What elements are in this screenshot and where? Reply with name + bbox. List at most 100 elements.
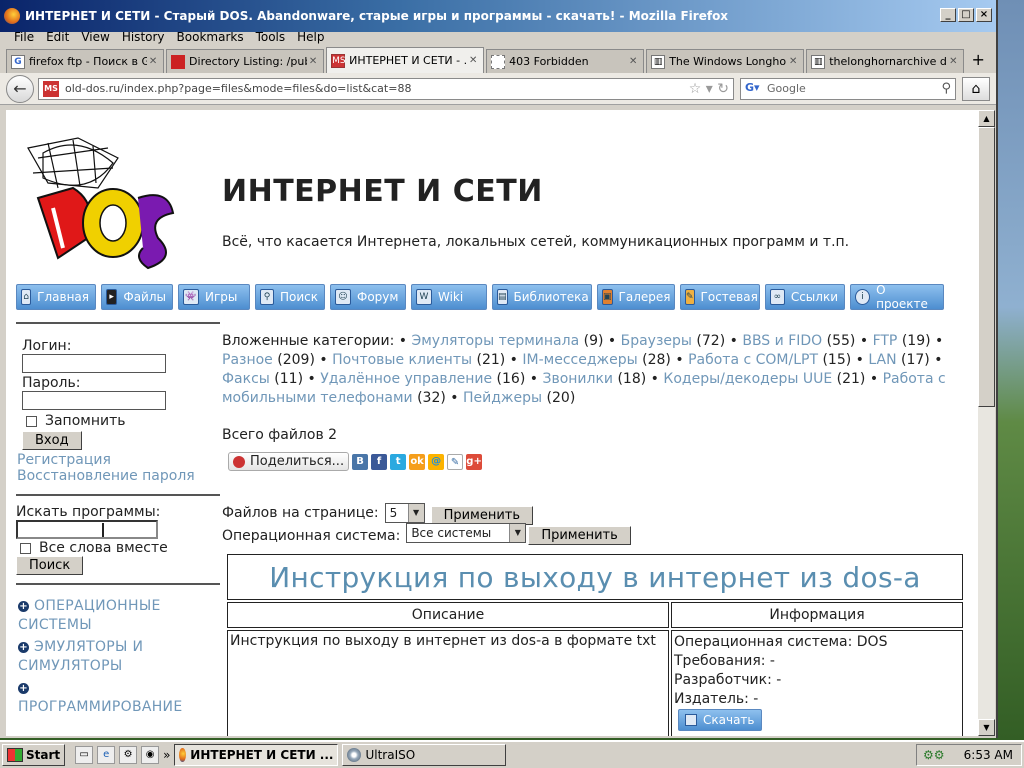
facebook-icon[interactable]: f bbox=[371, 453, 388, 470]
subcategory-link[interactable]: Звонилки bbox=[542, 371, 613, 387]
scroll-up-arrow[interactable]: ▲ bbox=[978, 110, 995, 127]
category-label[interactable]: ЭМУЛЯТОРЫ И СИМУЛЯТОРЫ bbox=[18, 639, 143, 674]
tab-windows-longhorn[interactable]: ▥ The Windows Longhor... ✕ bbox=[646, 49, 805, 73]
download-button[interactable]: Скачать bbox=[678, 709, 762, 731]
category-label[interactable]: ОПЕРАЦИОННЫЕ СИСТЕМЫ bbox=[18, 598, 161, 633]
register-link[interactable]: Регистрация bbox=[16, 452, 220, 468]
tab-longhornarchive[interactable]: ▥thelonghornarchive dir...✕ bbox=[806, 49, 965, 73]
start-button[interactable]: Start bbox=[2, 744, 66, 766]
expand-plus-icon[interactable]: + bbox=[18, 682, 29, 694]
ie-icon[interactable]: e bbox=[97, 746, 116, 764]
subcategory-link[interactable]: Эмуляторы терминала bbox=[411, 333, 579, 349]
menu-file[interactable]: File bbox=[8, 30, 40, 44]
chevron-down-icon[interactable]: ▼ bbox=[509, 523, 526, 542]
nav-about[interactable]: i О проекте bbox=[850, 283, 944, 311]
tab-internet-i-seti[interactable]: MS ИНТЕРНЕТ И СЕТИ - ... ✕ bbox=[326, 47, 485, 73]
show-desktop-icon[interactable]: ▭ bbox=[75, 746, 94, 764]
menu-bookmarks[interactable]: Bookmarks bbox=[171, 30, 250, 44]
menu-tools[interactable]: Tools bbox=[250, 30, 292, 44]
nav-gallery[interactable]: ▣ Галерея bbox=[597, 284, 675, 310]
url-bar[interactable]: MS old-dos.ru/index.php?page=files&mode=… bbox=[38, 77, 734, 100]
nav-search[interactable]: ⚲ Поиск bbox=[255, 284, 325, 310]
file-title[interactable]: Инструкция по выходу в интернет из dos-а bbox=[227, 554, 963, 600]
scroll-thumb[interactable] bbox=[978, 127, 995, 407]
close-tab-icon[interactable]: ✕ bbox=[627, 56, 639, 67]
mailru-icon[interactable]: @ bbox=[428, 453, 445, 470]
network-icon[interactable]: ⚙ bbox=[119, 746, 138, 764]
subcategory-link[interactable]: Работа с COM/LPT bbox=[688, 352, 818, 368]
tab-403-forbidden[interactable]: 403 Forbidden ✕ bbox=[486, 49, 645, 73]
title-bar[interactable]: ИНТЕРНЕТ И СЕТИ - Старый DOS. Abandonwar… bbox=[0, 0, 996, 32]
nav-library[interactable]: ▤ Библиотека bbox=[492, 284, 592, 310]
category-programming[interactable]: + ПРОГРАММИРОВАНИЕ bbox=[18, 679, 220, 717]
category-operating-systems[interactable]: + ОПЕРАЦИОННЫЕ СИСТЕМЫ bbox=[18, 597, 220, 635]
remember-checkbox[interactable] bbox=[26, 415, 37, 427]
msdos-logo[interactable] bbox=[18, 128, 183, 278]
twitter-icon[interactable]: t bbox=[390, 453, 407, 470]
subcategory-link[interactable]: Удалённое управление bbox=[320, 371, 492, 387]
chevron-right-icon[interactable]: » bbox=[163, 748, 170, 762]
subcategory-link[interactable]: Почтовые клиенты bbox=[332, 352, 472, 368]
google-engine-icon[interactable]: G▾ bbox=[745, 81, 761, 97]
back-button[interactable]: ← bbox=[6, 74, 34, 103]
odnoklassniki-icon[interactable]: ok bbox=[409, 453, 426, 470]
subcategory-link[interactable]: BBS и FIDO bbox=[742, 333, 822, 349]
per-page-select[interactable]: 5 ▼ bbox=[384, 502, 425, 523]
subcategory-link[interactable]: IM-месседжеры bbox=[522, 352, 637, 368]
expand-plus-icon[interactable]: + bbox=[18, 600, 29, 612]
minimize-button[interactable]: _ bbox=[940, 8, 956, 22]
subcategory-link[interactable]: Пейджеры bbox=[463, 390, 542, 406]
vertical-scrollbar[interactable]: ▲ ▼ bbox=[978, 110, 995, 736]
tab-directory-listing[interactable]: Directory Listing: /pub/...✕ bbox=[166, 49, 325, 73]
close-tab-icon[interactable]: ✕ bbox=[467, 55, 479, 66]
restore-password-link[interactable]: Восстановление пароля bbox=[16, 468, 220, 484]
share-button[interactable]: Поделиться... bbox=[228, 452, 350, 471]
nav-forum[interactable]: ☺ Форум bbox=[330, 284, 406, 310]
apply-os-button[interactable]: Применить bbox=[528, 526, 631, 545]
scroll-down-arrow[interactable]: ▼ bbox=[978, 719, 995, 736]
new-tab-button[interactable]: + bbox=[966, 49, 990, 73]
vk-icon[interactable]: В bbox=[352, 453, 369, 470]
search-button[interactable]: Поиск bbox=[16, 556, 84, 575]
search-bar[interactable]: G▾ Google ⚲ bbox=[740, 77, 956, 100]
search-icon[interactable]: ⚲ bbox=[941, 81, 951, 96]
bookmark-star-icon[interactable]: ☆ ▾ ↻ bbox=[689, 81, 729, 97]
subcategory-link[interactable]: Факсы bbox=[222, 371, 270, 387]
program-search-input[interactable] bbox=[16, 520, 158, 539]
close-button[interactable]: × bbox=[976, 8, 992, 22]
close-tab-icon[interactable]: ✕ bbox=[947, 56, 959, 67]
taskbar-firefox[interactable]: ИНТЕРНЕТ И СЕТИ ... bbox=[174, 744, 339, 766]
menu-help[interactable]: Help bbox=[291, 30, 330, 44]
media-icon[interactable]: ◉ bbox=[141, 746, 160, 764]
maximize-button[interactable]: □ bbox=[958, 8, 974, 22]
taskbar-ultraiso[interactable]: UltraISO bbox=[342, 744, 507, 766]
expand-plus-icon[interactable]: + bbox=[18, 641, 29, 653]
login-button[interactable]: Вход bbox=[22, 431, 82, 450]
category-emulators[interactable]: + ЭМУЛЯТОРЫ И СИМУЛЯТОРЫ bbox=[18, 638, 220, 676]
subcategory-link[interactable]: Браузеры bbox=[621, 333, 692, 349]
all-words-checkbox[interactable] bbox=[20, 542, 31, 554]
nav-guestbook[interactable]: ✎ Гостевая bbox=[680, 284, 760, 310]
nav-files[interactable]: ▸ Файлы bbox=[101, 284, 173, 310]
home-button[interactable]: ⌂ bbox=[962, 76, 990, 101]
subcategory-link[interactable]: LAN bbox=[868, 352, 896, 368]
login-input[interactable] bbox=[22, 354, 166, 373]
nav-links[interactable]: ∞ Ссылки bbox=[765, 284, 845, 310]
subcategory-link[interactable]: Разное bbox=[222, 352, 273, 368]
livejournal-icon[interactable]: ✎ bbox=[447, 453, 464, 470]
category-label[interactable]: ПРОГРАММИРОВАНИЕ bbox=[18, 699, 182, 715]
nav-wiki[interactable]: W Wiki bbox=[411, 284, 487, 310]
close-tab-icon[interactable]: ✕ bbox=[787, 56, 799, 67]
tab-google-search[interactable]: Gfirefox ftp - Поиск в G...✕ bbox=[6, 49, 165, 73]
menu-history[interactable]: History bbox=[116, 30, 171, 44]
chevron-down-icon[interactable]: ▼ bbox=[407, 503, 424, 522]
subcategory-link[interactable]: Кодеры/декодеры UUE bbox=[663, 371, 832, 387]
menu-view[interactable]: View bbox=[75, 30, 115, 44]
google-plus-icon[interactable]: g+ bbox=[466, 453, 483, 470]
close-tab-icon[interactable]: ✕ bbox=[147, 56, 159, 67]
nav-home[interactable]: ⌂ Главная bbox=[16, 284, 96, 310]
subcategory-link[interactable]: FTP bbox=[873, 333, 898, 349]
close-tab-icon[interactable]: ✕ bbox=[307, 56, 319, 67]
password-input[interactable] bbox=[22, 391, 166, 410]
menu-edit[interactable]: Edit bbox=[40, 30, 75, 44]
